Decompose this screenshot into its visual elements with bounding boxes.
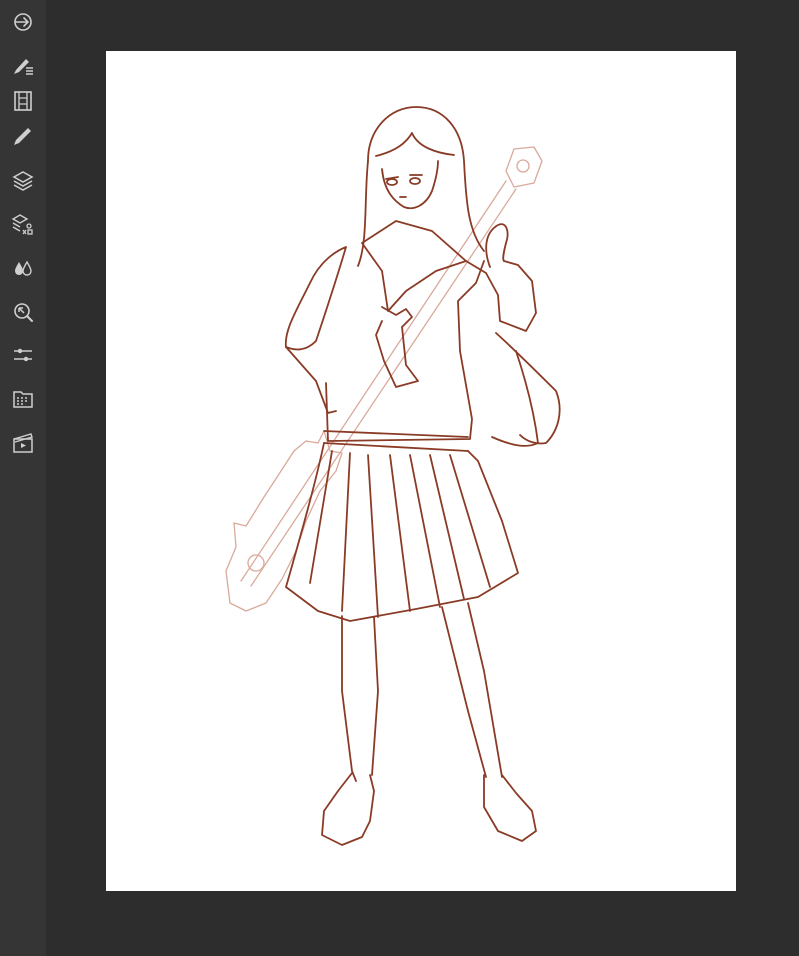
navigator-icon (14, 303, 33, 322)
materials-button[interactable] (6, 384, 40, 414)
brush-settings-button[interactable] (6, 51, 40, 81)
drawing-canvas[interactable] (106, 51, 736, 891)
adjustments-button[interactable] (6, 340, 40, 370)
line-art-illustration (225, 106, 561, 846)
materials-folder-icon (13, 391, 33, 408)
exit-arrow-icon (14, 13, 32, 31)
film-strip-icon (14, 91, 32, 111)
layer-shapes-icon (11, 214, 33, 235)
brush-settings-icon (14, 59, 33, 75)
brush-icon (14, 128, 31, 145)
layers-button[interactable] (6, 165, 40, 195)
animation-button[interactable] (6, 428, 40, 458)
color-drops-icon (15, 260, 32, 276)
brush-button[interactable] (6, 121, 40, 151)
animation-clapper-icon (13, 433, 33, 453)
frames-button[interactable] (6, 86, 40, 116)
layers-icon (12, 171, 34, 191)
exit-button[interactable] (6, 7, 40, 37)
figure-lineart (284, 106, 561, 846)
layer-properties-button[interactable] (6, 209, 40, 239)
navigator-button[interactable] (6, 297, 40, 327)
club-sketch (225, 146, 543, 612)
color-button[interactable] (6, 253, 40, 283)
toolbar-sidebar (0, 0, 46, 956)
sliders-icon (14, 348, 32, 362)
